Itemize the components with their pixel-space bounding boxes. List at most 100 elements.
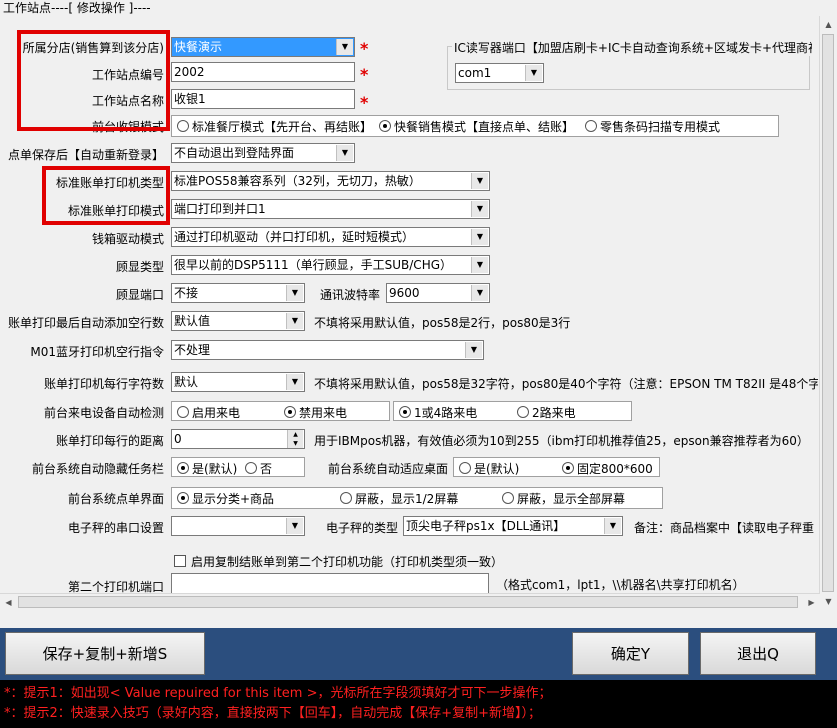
save-copy-new-button[interactable]: 保存+复制+新增S	[5, 632, 205, 675]
pos-mode-option-label: 零售条码扫描专用模式	[600, 120, 721, 134]
horizontal-scrollbar[interactable]: ◀ ▶	[0, 593, 820, 611]
pos-mode-radio-group: 标准餐厅模式【先开台、再结账】 快餐销售模式【直接点单、结账】 零售条码扫描专用…	[171, 115, 779, 137]
scroll-right-icon[interactable]: ▶	[803, 594, 820, 611]
caller-port-label: 2路来电	[532, 406, 576, 420]
copy-print-checkbox[interactable]: 启用复制结账单到第二个打印机功能（打印机类型须一致）	[174, 553, 503, 570]
chars-per-line-select[interactable]: 默认 ▼	[171, 372, 305, 392]
chevron-down-icon[interactable]: ▼	[286, 313, 303, 329]
hide-taskbar-no-option[interactable]: 否	[245, 460, 272, 477]
tips-panel: *：提示1：如出现< Value repuired for this item …	[0, 680, 837, 728]
radio-icon	[177, 120, 189, 132]
chevron-down-icon[interactable]: ▼	[286, 285, 303, 301]
scroll-down-icon[interactable]: ▼	[820, 593, 837, 610]
adapt-desktop-fixed-option[interactable]: 固定800*600	[562, 460, 653, 477]
chevron-down-icon[interactable]: ▼	[465, 342, 482, 358]
adapt-desktop-yes-option[interactable]: 是(默认)	[459, 460, 519, 477]
hide-taskbar-yes-option[interactable]: 是(默认)	[177, 460, 237, 477]
scroll-left-icon[interactable]: ◀	[0, 594, 17, 611]
window-title: 工作站点----[ 修改操作 ]----	[0, 0, 837, 16]
scrollbar-thumb[interactable]	[18, 596, 798, 608]
scroll-up-icon[interactable]: ▲	[820, 16, 837, 33]
pos-mode-option-restaurant[interactable]: 标准餐厅模式【先开台、再结账】	[177, 118, 372, 135]
display-port-value: 不接	[174, 286, 199, 300]
copy-print-label: 启用复制结账单到第二个打印机功能（打印机类型须一致）	[191, 555, 504, 569]
radio-checked-icon	[379, 120, 391, 132]
ic-reader-port-select[interactable]: com1 ▼	[455, 63, 544, 83]
checkbox-icon	[174, 555, 186, 567]
pos-mode-option-label: 快餐销售模式【直接点单、结账】	[394, 120, 575, 134]
pos-mode-option-retail[interactable]: 零售条码扫描专用模式	[585, 118, 720, 135]
m01-label: M01蓝牙打印机空行指令	[30, 345, 164, 359]
station-no-input[interactable]: 2002	[171, 62, 355, 82]
printer-type-select[interactable]: 标准POS58兼容系列（32列，无切刀，热敏） ▼	[171, 171, 490, 191]
chevron-down-icon[interactable]: ▼	[604, 518, 621, 534]
spin-down-icon[interactable]: ▼	[287, 439, 303, 448]
adapt-desktop-label: 前台系统自动适应桌面	[327, 462, 448, 476]
caller-detect-radio-group: 启用来电 禁用来电	[171, 401, 390, 421]
spin-up-icon[interactable]: ▲	[287, 430, 303, 439]
order-ui-category-option[interactable]: 显示分类+商品	[177, 490, 274, 507]
chevron-down-icon[interactable]: ▼	[471, 229, 488, 245]
highlight-box-printer	[42, 166, 170, 225]
caller-disable-option[interactable]: 禁用来电	[284, 404, 347, 421]
printer-type-value: 标准POS58兼容系列（32列，无切刀，热敏）	[174, 174, 421, 188]
blank-lines-select[interactable]: 默认值 ▼	[171, 311, 305, 331]
required-star: *	[360, 39, 369, 58]
chevron-down-icon[interactable]: ▼	[471, 201, 488, 217]
chevron-down-icon[interactable]: ▼	[525, 65, 542, 81]
chars-per-line-label: 账单打印机每行字符数	[43, 377, 164, 391]
ok-button[interactable]: 确定Y	[572, 632, 689, 675]
caller-option-label: 启用来电	[192, 406, 241, 420]
exit-button[interactable]: 退出Q	[700, 632, 816, 675]
after-save-value: 不自动退出到登陆界面	[174, 146, 295, 160]
radio-checked-icon	[562, 462, 574, 474]
cashbox-select[interactable]: 通过打印机驱动（并口打印机，延时短模式） ▼	[171, 227, 490, 247]
adapt-desktop-radio-group: 是(默认) 固定800*600	[453, 457, 660, 477]
ic-reader-port-value: com1	[458, 66, 492, 80]
radio-icon	[340, 492, 352, 504]
chevron-down-icon[interactable]: ▼	[286, 374, 303, 390]
after-save-select[interactable]: 不自动退出到登陆界面 ▼	[171, 143, 355, 163]
required-star: *	[360, 65, 369, 84]
vertical-scrollbar[interactable]: ▲ ▼	[819, 16, 837, 610]
display-port-select[interactable]: 不接 ▼	[171, 283, 305, 303]
caller-port-1or4-option[interactable]: 1或4路来电	[399, 404, 477, 421]
order-ui-half-option[interactable]: 屏蔽，显示1/2屏幕	[340, 490, 458, 507]
m01-select[interactable]: 不处理 ▼	[171, 340, 484, 360]
caller-port-label: 1或4路来电	[414, 406, 478, 420]
display-type-select[interactable]: 很早以前的DSP5111（单行顾显，手工SUB/CHG） ▼	[171, 255, 490, 275]
display-type-label: 顾显类型	[115, 260, 164, 274]
radio-icon	[585, 120, 597, 132]
order-ui-full-option[interactable]: 屏蔽，显示全部屏幕	[502, 490, 625, 507]
branch-select[interactable]: 快餐演示 ▼	[171, 37, 355, 57]
chevron-down-icon[interactable]: ▼	[471, 285, 488, 301]
print-mode-select[interactable]: 端口打印到并口1 ▼	[171, 199, 490, 219]
display-type-value: 很早以前的DSP5111（单行顾显，手工SUB/CHG）	[174, 258, 453, 272]
chevron-down-icon[interactable]: ▼	[336, 39, 353, 55]
baud-label: 通讯波特率	[319, 288, 380, 302]
scale-port-select[interactable]: ▼	[171, 516, 305, 536]
second-port-input[interactable]	[171, 573, 489, 595]
radio-icon	[245, 462, 257, 474]
chevron-down-icon[interactable]: ▼	[471, 173, 488, 189]
caller-enable-option[interactable]: 启用来电	[177, 404, 240, 421]
baud-select[interactable]: 9600 ▼	[386, 283, 490, 303]
radio-checked-icon	[399, 406, 411, 418]
scale-type-select[interactable]: 顶尖电子秤ps1x【DLL通讯】 ▼	[403, 516, 623, 536]
scale-type-label: 电子秤的类型	[325, 521, 398, 535]
chevron-down-icon[interactable]: ▼	[471, 257, 488, 273]
radio-checked-icon	[177, 492, 189, 504]
chevron-down-icon[interactable]: ▼	[336, 145, 353, 161]
pos-mode-option-fastfood[interactable]: 快餐销售模式【直接点单、结账】	[379, 118, 574, 135]
station-name-input[interactable]: 收银1	[171, 89, 355, 109]
caller-port-2-option[interactable]: 2路来电	[517, 404, 576, 421]
chevron-down-icon[interactable]: ▼	[286, 518, 303, 534]
cashbox-value: 通过打印机驱动（并口打印机，延时短模式）	[174, 230, 415, 244]
line-distance-value: 0	[174, 432, 182, 446]
scale-type-value: 顶尖电子秤ps1x【DLL通讯】	[406, 519, 566, 533]
line-distance-spinner[interactable]: 0 ▲ ▼	[171, 429, 305, 449]
hide-taskbar-label: 前台系统自动隐藏任务栏	[31, 462, 164, 476]
tip-line-1: *：提示1：如出现< Value repuired for this item …	[4, 686, 552, 701]
order-ui-option-label: 屏蔽，显示全部屏幕	[517, 492, 626, 506]
scrollbar-thumb[interactable]	[822, 34, 834, 592]
